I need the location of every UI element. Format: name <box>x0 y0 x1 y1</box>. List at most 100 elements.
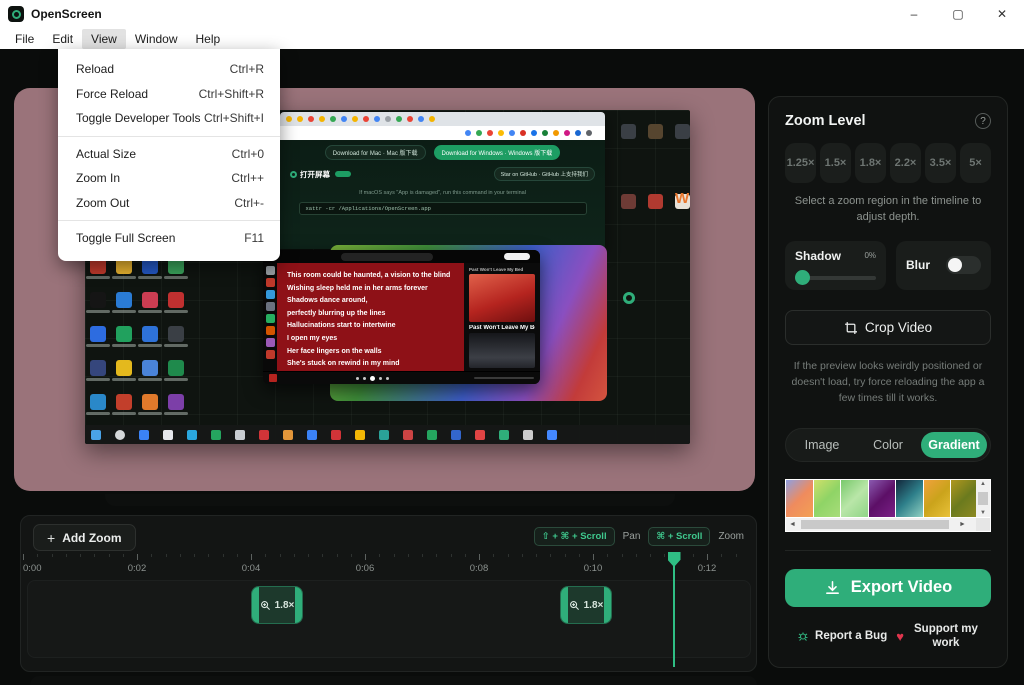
app-title: OpenScreen <box>31 7 102 21</box>
gradient-swatch[interactable] <box>896 480 923 517</box>
segment-right-handle[interactable] <box>295 587 302 623</box>
desktop-icon-label <box>164 378 188 381</box>
gradient-vertical-scrollbar[interactable]: ▲ ▼ <box>976 480 990 517</box>
scroll-down-icon[interactable]: ▼ <box>980 510 986 516</box>
segment-left-handle[interactable] <box>561 587 568 623</box>
support-link[interactable]: Support my work <box>913 622 979 651</box>
menu-file[interactable]: File <box>6 29 43 49</box>
ruler-minor-tick <box>180 554 181 557</box>
menu-item-shortcut: Ctrl++ <box>231 171 264 185</box>
browser-tab-favicon <box>407 116 413 122</box>
recorded-music-player-window: This room could be haunted, a vision to … <box>263 250 540 384</box>
taskbar-app-icon <box>235 430 245 440</box>
menu-help[interactable]: Help <box>187 29 230 49</box>
shadow-slider[interactable] <box>795 270 876 285</box>
report-bug-link[interactable]: Report a Bug <box>797 630 887 642</box>
menu-separator <box>58 136 280 137</box>
desktop-icon-label <box>86 378 110 381</box>
menu-window[interactable]: Window <box>126 29 187 49</box>
desktop-icon-label <box>86 310 110 313</box>
lyric-line: perfectly blurring up the lines <box>287 308 454 321</box>
taskbar-app-icon <box>307 430 317 440</box>
zoom-option-2.2[interactable]: 2.2× <box>890 143 921 183</box>
browser-extension-icon <box>542 130 548 136</box>
browser-tabstrip <box>280 112 605 126</box>
ruler-minor-tick <box>308 554 309 557</box>
menu-item-toggle-full-screen[interactable]: Toggle Full ScreenF11 <box>58 226 280 251</box>
menu-edit[interactable]: Edit <box>43 29 82 49</box>
star-github-button: Star on GitHub · GitHub 上支持我们 <box>494 167 595 181</box>
ruler-minor-tick <box>208 554 209 557</box>
shadow-value: 0% <box>864 251 876 260</box>
menu-item-reload[interactable]: ReloadCtrl+R <box>58 57 280 82</box>
menu-item-actual-size[interactable]: Actual SizeCtrl+0 <box>58 142 280 167</box>
zoom-option-5[interactable]: 5× <box>960 143 991 183</box>
crop-video-button[interactable]: Crop Video <box>785 310 991 345</box>
desktop-app-icon <box>621 194 636 209</box>
zoom-level-title: Zoom Level <box>785 113 866 129</box>
add-zoom-button[interactable]: + Add Zoom <box>33 524 136 551</box>
help-icon[interactable]: ? <box>975 113 991 129</box>
menu-item-force-reload[interactable]: Force ReloadCtrl+Shift+R <box>58 82 280 107</box>
music-rail-thumb <box>266 302 275 311</box>
ruler-minor-tick <box>80 554 81 557</box>
music-search-bar <box>341 253 433 261</box>
menu-item-zoom-in[interactable]: Zoom InCtrl++ <box>58 166 280 191</box>
menu-view[interactable]: View <box>82 29 126 49</box>
ruler-minor-tick <box>451 554 452 557</box>
menu-item-label: Reload <box>76 62 114 76</box>
lyric-line: Wishing sleep held me in her arms foreve… <box>287 283 454 296</box>
gradient-swatch[interactable] <box>869 480 896 517</box>
menu-item-toggle-developer-tools[interactable]: Toggle Developer ToolsCtrl+Shift+I <box>58 106 280 131</box>
tab-color[interactable]: Color <box>855 432 921 458</box>
export-video-button[interactable]: Export Video <box>785 569 991 607</box>
music-rail-thumb <box>266 278 275 287</box>
gradient-picker: ▲ ▼ ◄ ► <box>785 479 991 532</box>
timeline-track[interactable] <box>27 580 751 658</box>
gradient-swatch[interactable] <box>786 480 813 517</box>
zoom-segment[interactable]: 1.8× <box>560 586 612 624</box>
blur-toggle[interactable] <box>946 256 981 274</box>
settings-sidebar: Zoom Level ? 1.25×1.5×1.8×2.2×3.5×5× Sel… <box>768 96 1008 668</box>
tab-image[interactable]: Image <box>789 432 855 458</box>
music-rail-thumb <box>266 338 275 347</box>
site-logo: 打开屏幕 <box>290 169 330 180</box>
download-windows-button: Download for Windows · Windows 版下载 <box>434 145 561 160</box>
zoom-option-1.8[interactable]: 1.8× <box>855 143 886 183</box>
gradient-swatch[interactable] <box>924 480 951 517</box>
desktop-app-icon <box>142 394 158 410</box>
playhead-handle[interactable] <box>668 552 681 567</box>
ruler-minor-tick <box>379 554 380 557</box>
gradient-swatch[interactable] <box>841 480 868 517</box>
zoom-segment[interactable]: 1.8× <box>251 586 303 624</box>
scroll-right-icon[interactable]: ► <box>956 521 969 528</box>
browser-tab-favicon <box>330 116 336 122</box>
ruler-minor-tick <box>294 554 295 557</box>
maximize-button[interactable]: ▢ <box>936 0 980 28</box>
zoom-option-1.5[interactable]: 1.5× <box>820 143 851 183</box>
browser-tab-favicon <box>341 116 347 122</box>
shadow-slider-knob[interactable] <box>795 270 810 285</box>
tab-gradient[interactable]: Gradient <box>921 432 987 458</box>
gradient-swatch[interactable] <box>814 480 841 517</box>
zoom-option-3.5[interactable]: 3.5× <box>925 143 956 183</box>
desktop-icon-label <box>138 378 162 381</box>
browser-tab-favicon <box>352 116 358 122</box>
browser-tab-favicon <box>396 116 402 122</box>
ruler-minor-tick <box>265 554 266 557</box>
scroll-left-icon[interactable]: ◄ <box>786 521 799 528</box>
segment-right-handle[interactable] <box>604 587 611 623</box>
lyrics-panel: This room could be haunted, a vision to … <box>277 263 464 371</box>
gradient-swatch[interactable] <box>951 480 976 517</box>
gradient-horizontal-scrollbar[interactable]: ◄ ► <box>786 518 990 531</box>
segment-left-handle[interactable] <box>252 587 259 623</box>
desktop-icon-label <box>86 412 110 415</box>
zoom-option-1.25[interactable]: 1.25× <box>785 143 816 183</box>
now-playing-title: Past Won't Leave My Bed <box>469 325 535 331</box>
browser-extension-icon <box>520 130 526 136</box>
close-button[interactable]: ✕ <box>980 0 1024 28</box>
scroll-up-icon[interactable]: ▲ <box>980 481 986 487</box>
minimize-button[interactable]: – <box>892 0 936 28</box>
ruler-minor-tick <box>351 554 352 557</box>
menu-item-zoom-out[interactable]: Zoom OutCtrl+- <box>58 191 280 216</box>
